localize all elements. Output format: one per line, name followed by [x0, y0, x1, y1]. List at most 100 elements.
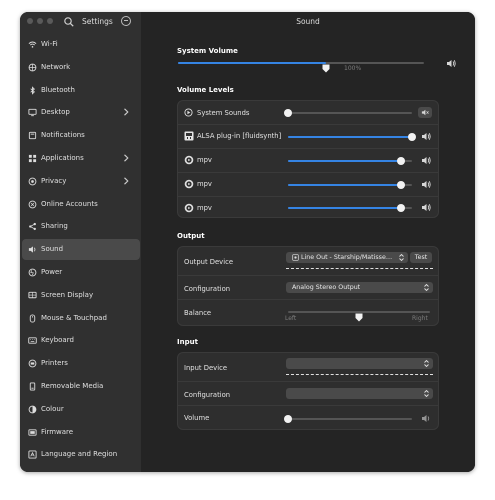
sidebar-item-wi-fi[interactable]: Wi-Fi — [22, 34, 140, 55]
sidebar-item-label: Language and Region — [41, 450, 118, 459]
app-volume-slider[interactable] — [288, 204, 412, 212]
sidebar-item-applications[interactable]: Applications — [22, 148, 140, 169]
app-volume-slider[interactable] — [288, 133, 416, 141]
app-volume-knob[interactable] — [396, 157, 405, 165]
main-menu-button[interactable] — [121, 16, 131, 26]
system-volume-knob[interactable] — [322, 58, 330, 73]
sidebar-item-bluetooth[interactable]: Bluetooth — [22, 80, 140, 101]
sidebar-item-privacy[interactable]: Privacy — [22, 171, 140, 192]
sound-panel: Sound System Volume 100% Volume Levels S… — [141, 12, 475, 472]
sidebar-item-label: Sharing — [41, 222, 68, 231]
app-volume-knob[interactable] — [284, 109, 292, 117]
audio-card-icon — [292, 254, 299, 261]
app-volume-slider[interactable] — [284, 109, 412, 117]
minimize-window-button[interactable] — [37, 18, 43, 24]
test-speakers-button[interactable]: Test — [410, 252, 432, 263]
speaker-high-icon[interactable] — [421, 180, 431, 189]
mute-toggle-button[interactable] — [418, 107, 432, 118]
sidebar-item-sharing[interactable]: Sharing — [22, 216, 140, 237]
sidebar-item-desktop[interactable]: Desktop — [22, 102, 140, 123]
speaker-high-icon[interactable] — [421, 203, 431, 212]
sidebar-item-colour[interactable]: Colour — [22, 399, 140, 420]
dropdown-arrows-icon — [424, 389, 429, 398]
app-volume-row: ALSA plug-in [fluidsynth] — [178, 125, 438, 148]
sidebar-item-power[interactable]: Power — [22, 262, 140, 283]
applications-icon — [28, 154, 37, 163]
sidebar-item-screen-display[interactable]: Screen Display — [22, 285, 140, 306]
output-card: Output Device Line Out - Starship/Matiss… — [177, 246, 439, 326]
balance-slider[interactable] — [288, 311, 430, 322]
sidebar-item-sound[interactable]: Sound — [22, 239, 140, 261]
sidebar-item-removable-media[interactable]: Removable Media — [22, 376, 140, 397]
sidebar-item-language-and-region[interactable]: Language and Region — [22, 444, 140, 465]
sidebar-item-label: Wi-Fi — [41, 40, 58, 48]
mpv-icon — [184, 179, 194, 189]
input-volume-knob[interactable] — [284, 415, 292, 423]
microphone-level-icon — [422, 415, 430, 422]
sidebar-item-label: Mouse & Touchpad — [41, 313, 107, 322]
dropdown-arrows-icon — [424, 359, 429, 368]
page-title: Sound — [296, 17, 320, 26]
speaker-high-icon — [447, 60, 456, 67]
sidebar-item-label: Sound — [41, 245, 64, 254]
app-volume-slider[interactable] — [288, 181, 412, 189]
row-separator — [178, 275, 438, 276]
output-device-dropdown[interactable]: Line Out - Starship/Matisse HD Audio Con… — [286, 252, 408, 263]
privacy-icon — [28, 177, 37, 186]
input-device-dropdown[interactable] — [286, 358, 433, 369]
chevron-right-icon — [124, 177, 129, 185]
chevron-right-icon — [124, 108, 129, 116]
settings-window: Settings Wi-Fi Network Bluetooth Desktop Not… — [20, 12, 475, 472]
sidebar-header: Settings — [20, 12, 141, 32]
search-icon[interactable] — [63, 16, 75, 28]
speaker-high-icon[interactable] — [421, 156, 431, 165]
close-window-button[interactable] — [27, 18, 33, 24]
sidebar-item-online-accounts[interactable]: Online Accounts — [22, 194, 140, 215]
input-volume-label: Volume — [184, 414, 210, 422]
sidebar-item-label: Bluetooth — [41, 85, 75, 94]
output-configuration-dropdown[interactable]: Analog Stereo Output — [286, 282, 433, 293]
input-card: Input Device Configuration Volume — [177, 352, 439, 430]
system-volume-heading: System Volume — [177, 47, 238, 55]
alsa-plugin-icon — [184, 131, 194, 141]
input-device-label: Input Device — [184, 364, 228, 372]
app-volume-knob[interactable] — [408, 133, 416, 141]
sidebar-item-mouse-and-touchpad[interactable]: Mouse & Touchpad — [22, 308, 140, 329]
balance-right-label: Right — [412, 315, 428, 322]
sidebar: Settings Wi-Fi Network Bluetooth Desktop Not… — [20, 12, 141, 472]
app-volume-fill — [288, 160, 401, 162]
network-icon — [28, 63, 37, 72]
balance-knob[interactable] — [355, 307, 363, 322]
notifications-icon — [28, 132, 37, 140]
wifi-icon — [28, 41, 37, 48]
system-sounds-icon — [184, 108, 193, 117]
power-icon — [28, 268, 37, 277]
balance-label: Balance — [184, 309, 212, 317]
sidebar-item-network[interactable]: Network — [22, 57, 140, 78]
sidebar-item-label: Notifications — [41, 131, 85, 140]
sidebar-item-label: Keyboard — [41, 336, 74, 345]
sidebar-item-keyboard[interactable]: Keyboard — [22, 330, 140, 351]
input-configuration-dropdown[interactable] — [286, 388, 433, 399]
speaker-high-icon[interactable] — [421, 132, 431, 141]
mouse-icon — [29, 314, 36, 323]
app-volume-slider[interactable] — [288, 157, 412, 165]
focus-dash-line — [286, 268, 433, 269]
system-volume-mark-label: 100% — [344, 65, 362, 72]
sharing-icon — [29, 223, 36, 231]
sidebar-item-label: Colour — [41, 404, 64, 413]
sidebar-item-printers[interactable]: Printers — [22, 353, 140, 374]
input-volume-slider[interactable] — [284, 415, 412, 423]
sidebar-item-notifications[interactable]: Notifications — [22, 125, 140, 146]
input-configuration-label: Configuration — [184, 391, 231, 399]
sidebar-item-label: Printers — [41, 359, 68, 368]
app-volume-fill — [288, 207, 401, 209]
removable-media-icon — [29, 382, 36, 391]
sidebar-item-firmware[interactable]: Firmware — [22, 422, 140, 443]
sidebar-item-label: Applications — [41, 154, 84, 162]
system-volume-slider[interactable] — [178, 62, 424, 73]
maximize-window-button[interactable] — [47, 18, 53, 24]
app-volume-knob[interactable] — [396, 181, 405, 189]
app-volume-knob[interactable] — [396, 204, 405, 212]
output-heading: Output — [177, 232, 205, 240]
